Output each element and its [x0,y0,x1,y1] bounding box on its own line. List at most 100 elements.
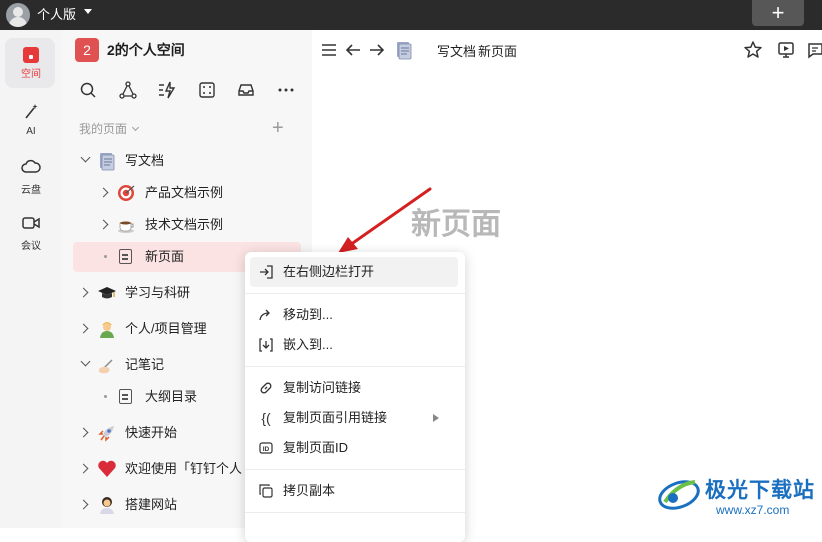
bullet-dot [104,395,107,398]
tree-item[interactable]: 写文档 [62,145,312,177]
comment-icon[interactable] [806,40,822,60]
brace-icon: {( [261,410,271,426]
avatar[interactable] [6,3,30,27]
space-title[interactable]: 2的个人空间 [107,41,185,59]
rail-item-meeting[interactable]: 会议 [0,214,62,252]
chevron-down-icon[interactable] [80,152,91,163]
menu-item-label: 复制访问链接 [283,380,362,395]
woman-icon [97,495,117,515]
space-badge[interactable]: 2 [75,38,99,62]
tree-item-label: 搭建网站 [125,497,178,512]
space-icon [23,47,39,63]
menu-divider [245,512,465,513]
watermark-name: 极光下载站 [705,479,815,502]
chevron-right-icon[interactable] [98,187,109,198]
menu-item-move-to[interactable]: 移动到... [245,300,465,330]
chevron-down-icon[interactable] [84,9,92,14]
breadcrumb-current[interactable]: 新页面 [478,44,517,60]
submenu-arrow-icon [433,414,439,422]
tree-item-label: 学习与科研 [125,285,191,300]
menu-item-open-right-sidebar[interactable]: 在右侧边栏打开 [245,257,465,287]
menu-item-embed-to[interactable]: 嵌入到... [245,330,465,360]
svg-text:ID: ID [263,446,270,453]
rail-item-label: 空间 [21,69,41,80]
chevron-right-icon[interactable] [98,219,109,230]
copy-icon [259,484,273,498]
tree-item[interactable]: 产品文档示例 [62,177,312,209]
chevron-down-icon[interactable] [80,356,91,367]
tree-item-label: 记笔记 [125,357,165,372]
menu-item-duplicate[interactable]: 拷贝副本 [245,476,465,506]
menu-item-label: 移动到... [283,307,333,322]
chevron-right-icon[interactable] [78,427,89,438]
star-icon[interactable] [743,40,763,60]
more-icon[interactable] [276,80,296,100]
magic-wand-icon [25,104,38,119]
rail-item-label: 云盘 [21,185,41,196]
doc-stack-icon [97,151,117,171]
rocket-icon [97,423,117,443]
menu-divider [245,366,465,367]
context-menu: 在右侧边栏打开 移动到... 嵌入到... 复制访问链接 {( 复制页面引用链接… [245,252,465,542]
watermark-logo-icon [658,480,700,510]
cloud-icon [21,159,41,173]
rail-item-label: 会议 [21,241,41,252]
open-sidebar-icon [260,265,273,279]
rail-item-space[interactable]: 空间 [0,47,62,80]
menu-item-label: 复制页面引用链接 [283,410,388,425]
page-icon [119,249,132,264]
tree-item-label: 写文档 [125,153,165,168]
video-icon [22,217,40,229]
edition-switcher[interactable]: 个人版 [37,6,76,24]
tree-item-label: 技术文档示例 [145,217,224,232]
back-arrow-icon[interactable] [344,42,362,58]
present-icon[interactable] [776,40,796,60]
forward-arrow-icon[interactable] [368,42,386,58]
embed-icon [259,338,273,352]
move-arrow-icon [259,309,270,321]
search-icon[interactable] [78,80,98,100]
menu-item-label: 在右侧边栏打开 [283,264,375,279]
doc-stack-icon [397,42,412,60]
id-icon: ID [259,442,273,454]
menu-item-copy-page-id[interactable]: ID 复制页面ID [245,433,465,463]
menu-divider [245,469,465,470]
page-icon [119,389,132,404]
chevron-right-icon[interactable] [78,499,89,510]
section-label-my-pages[interactable]: 我的页面 [79,121,127,137]
tree-item-label: 欢迎使用「钉钉个人 [125,461,243,476]
tree-item-label: 个人/项目管理 [125,321,207,336]
rail-item-ai[interactable]: AI [0,103,62,137]
bullet-dot [104,255,107,258]
tree-item[interactable]: 技术文档示例 [62,209,312,241]
link-icon [260,382,272,394]
top-bar [0,0,822,30]
menu-item-copy-reference-link[interactable]: {( 复制页面引用链接 [245,403,465,433]
person-icon [97,319,117,339]
rail-item-cloud[interactable]: 云盘 [0,158,62,196]
heart-icon [97,459,117,479]
new-button[interactable]: + [752,0,804,26]
add-page-button[interactable]: + [272,118,284,138]
menu-item-copy-access-link[interactable]: 复制访问链接 [245,373,465,403]
writing-hand-icon [97,355,117,375]
menu-item-label: 拷贝副本 [283,483,336,498]
chevron-right-icon[interactable] [78,323,89,334]
inbox-icon[interactable] [236,80,256,100]
chevron-right-icon[interactable] [78,287,89,298]
coffee-icon [116,215,136,235]
menu-icon[interactable] [320,42,338,58]
flash-icon[interactable] [157,80,177,100]
graph-icon[interactable] [118,80,138,100]
chevron-right-icon[interactable] [78,463,89,474]
graduation-cap-icon [97,283,117,303]
menu-item-label: 嵌入到... [283,337,333,352]
tree-item-label: 大纲目录 [145,389,198,404]
tree-item-label: 快速开始 [125,425,178,440]
menu-divider [245,293,465,294]
watermark-url: www.xz7.com [716,503,790,517]
target-icon [116,183,136,203]
breadcrumb-separator: > [467,43,475,58]
tree-item-label: 新页面 [145,249,185,264]
scan-icon[interactable] [197,80,217,100]
